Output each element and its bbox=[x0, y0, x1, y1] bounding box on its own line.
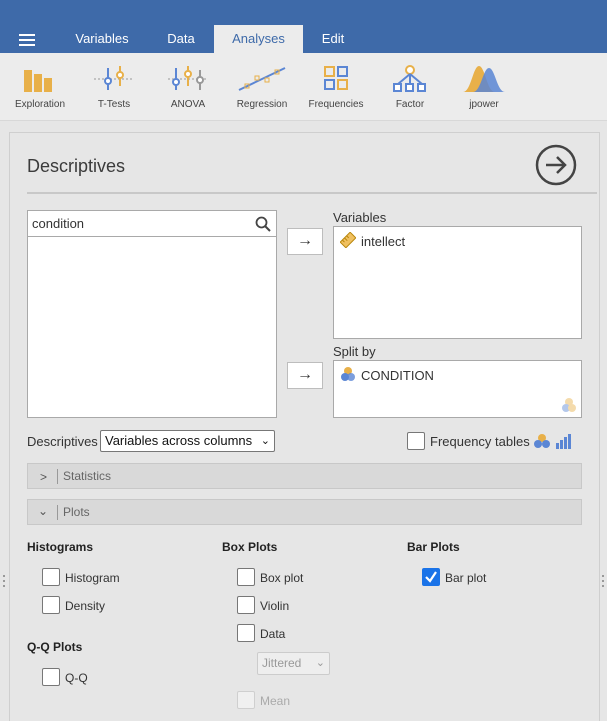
circle-arrow-right-icon bbox=[535, 144, 577, 186]
variables-target-list[interactable]: intellect bbox=[333, 226, 582, 339]
chevron-down-icon: ⌄ bbox=[315, 657, 325, 669]
plots-section-title: Plots bbox=[63, 505, 90, 519]
tab-edit[interactable]: Edit bbox=[305, 25, 361, 53]
qq-label: Q-Q bbox=[65, 671, 88, 685]
chevron-right-icon: > bbox=[40, 470, 48, 484]
jpower-icon bbox=[463, 66, 505, 92]
data-label: Data bbox=[260, 627, 286, 641]
anova-label: ANOVA bbox=[170, 99, 206, 110]
frequencies-icon bbox=[324, 66, 348, 90]
move-to-splitby-button[interactable]: → bbox=[287, 362, 323, 389]
anova-button[interactable]: ANOVA bbox=[151, 59, 225, 117]
ttests-label: T-Tests bbox=[97, 99, 131, 110]
box-plots-heading: Box Plots bbox=[222, 540, 278, 554]
histograms-heading: Histograms bbox=[27, 540, 94, 554]
chevron-down-icon: ⌄ bbox=[260, 435, 270, 447]
plots-section-header[interactable]: ⌄ Plots bbox=[27, 499, 582, 525]
checkmark-icon bbox=[425, 571, 437, 583]
bar-plots-heading: Bar Plots bbox=[407, 540, 460, 554]
anova-icon bbox=[168, 66, 208, 90]
continuous-variable-icon bbox=[340, 232, 356, 248]
ttests-icon bbox=[94, 66, 134, 90]
density-checkbox[interactable] bbox=[42, 596, 60, 614]
density-label: Density bbox=[65, 599, 106, 613]
jpower-label: jpower bbox=[469, 99, 499, 110]
nominal-variable-icon bbox=[534, 434, 550, 448]
exploration-icon bbox=[24, 70, 52, 92]
regression-button[interactable]: Regression bbox=[225, 59, 299, 117]
splitby-target-list[interactable]: CONDITION bbox=[333, 360, 582, 418]
hamburger-menu-icon[interactable] bbox=[19, 34, 35, 46]
regression-label: Regression bbox=[236, 99, 288, 110]
boxplot-checkbox[interactable] bbox=[237, 568, 255, 586]
data-checkbox[interactable] bbox=[237, 624, 255, 642]
factor-icon bbox=[393, 65, 426, 92]
qq-checkbox[interactable] bbox=[42, 668, 60, 686]
jpower-button[interactable]: jpower bbox=[447, 59, 521, 117]
descriptives-option-label: Descriptives bbox=[27, 434, 98, 449]
search-icon[interactable] bbox=[255, 216, 271, 232]
frequencies-button[interactable]: Frequencies bbox=[299, 59, 373, 117]
arrow-right-icon: → bbox=[297, 366, 313, 383]
frequency-tables-label: Frequency tables bbox=[430, 434, 530, 449]
factor-button[interactable]: Factor bbox=[373, 59, 447, 117]
variable-item-intellect[interactable]: intellect bbox=[361, 234, 405, 249]
source-variable-list[interactable] bbox=[27, 210, 277, 418]
variable-item-condition[interactable]: CONDITION bbox=[361, 368, 434, 383]
barplot-checkbox[interactable] bbox=[422, 568, 440, 586]
splitby-label: Split by bbox=[333, 344, 376, 359]
tab-data[interactable]: Data bbox=[150, 25, 212, 53]
ttests-button[interactable]: T-Tests bbox=[77, 59, 151, 117]
statistics-section-header[interactable]: > Statistics bbox=[27, 463, 582, 489]
violin-label: Violin bbox=[260, 599, 290, 613]
tab-analyses[interactable]: Analyses bbox=[214, 25, 303, 53]
search-box bbox=[27, 210, 277, 237]
descriptives-layout-value: Variables across columns bbox=[105, 433, 253, 448]
nominal-variable-icon bbox=[341, 367, 355, 381]
regression-icon bbox=[238, 67, 286, 91]
mean-label: Mean bbox=[260, 694, 291, 708]
exploration-button[interactable]: Exploration bbox=[3, 59, 77, 117]
data-type-select: Jittered ⌄ bbox=[257, 652, 330, 675]
data-type-value: Jittered bbox=[262, 656, 302, 670]
mean-checkbox bbox=[237, 691, 255, 709]
analyses-ribbon: Exploration T-Tests ANOVA Regression Fre… bbox=[0, 53, 607, 121]
boxplot-label: Box plot bbox=[260, 571, 304, 585]
histogram-label: Histogram bbox=[65, 571, 120, 585]
run-arrow-button[interactable] bbox=[535, 144, 577, 186]
violin-checkbox[interactable] bbox=[237, 596, 255, 614]
title-divider bbox=[27, 192, 597, 194]
left-resize-grip[interactable] bbox=[2, 575, 6, 591]
variable-search-input[interactable] bbox=[32, 214, 252, 232]
move-to-variables-button[interactable]: → bbox=[287, 228, 323, 255]
statistics-section-title: Statistics bbox=[63, 469, 112, 483]
arrow-right-icon: → bbox=[297, 232, 313, 249]
tab-variables[interactable]: Variables bbox=[62, 25, 142, 53]
factor-label: Factor bbox=[395, 99, 425, 110]
barplot-label: Bar plot bbox=[445, 571, 487, 585]
frequency-tables-checkbox[interactable] bbox=[407, 432, 425, 450]
qq-plots-heading: Q-Q Plots bbox=[27, 640, 83, 654]
exploration-label: Exploration bbox=[14, 99, 66, 110]
variables-label: Variables bbox=[333, 210, 387, 225]
histogram-checkbox[interactable] bbox=[42, 568, 60, 586]
chevron-down-icon: ⌄ bbox=[38, 504, 49, 518]
right-resize-grip[interactable] bbox=[601, 575, 605, 591]
descriptives-layout-select[interactable]: Variables across columns ⌄ bbox=[100, 430, 275, 452]
nominal-variable-icon bbox=[562, 398, 576, 412]
frequencies-label: Frequencies bbox=[308, 99, 364, 110]
analysis-title: Descriptives bbox=[27, 156, 126, 176]
ordinal-bars-icon bbox=[556, 434, 571, 449]
